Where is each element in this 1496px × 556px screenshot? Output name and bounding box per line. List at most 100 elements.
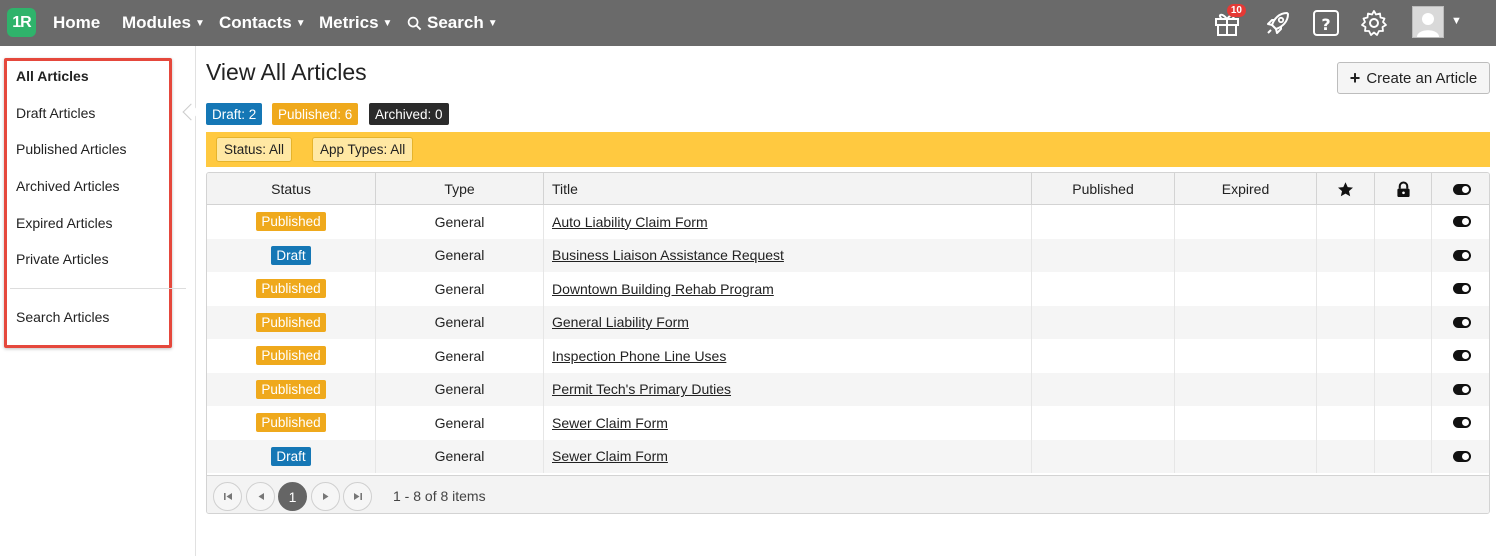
column-header-status[interactable]: Status	[207, 173, 375, 205]
active-toggle[interactable]	[1452, 283, 1471, 295]
archived-count-badge[interactable]: Archived: 0	[369, 103, 449, 125]
column-header-expired[interactable]: Expired	[1174, 173, 1316, 205]
sidebar-item-search-articles[interactable]: Search Articles	[16, 309, 109, 325]
private-cell	[1374, 238, 1431, 272]
sidebar-item-archived-articles[interactable]: Archived Articles	[16, 178, 119, 194]
active-toggle[interactable]	[1452, 316, 1471, 328]
published-cell	[1031, 339, 1174, 373]
gift-count-badge: 10	[1226, 4, 1246, 17]
published-cell	[1031, 439, 1174, 473]
help-icon: ?	[1313, 10, 1339, 36]
status-cell: Published	[207, 339, 375, 373]
sidebar-item-published-articles[interactable]: Published Articles	[16, 141, 127, 157]
previous-page-icon	[258, 493, 264, 500]
column-header-published[interactable]: Published	[1031, 173, 1174, 205]
table-row: Draft General Sewer Claim Form	[207, 439, 1489, 473]
create-article-button[interactable]: + Create an Article	[1337, 62, 1490, 94]
private-cell	[1374, 205, 1431, 239]
column-header-title[interactable]: Title	[543, 173, 1031, 205]
previous-page-button[interactable]	[246, 482, 275, 511]
article-title-link[interactable]: Sewer Claim Form	[552, 448, 668, 464]
settings-button[interactable]	[1357, 6, 1391, 40]
nav-home[interactable]: Home	[53, 0, 100, 46]
gift-button[interactable]: 10	[1210, 4, 1246, 40]
status-cell: Draft	[207, 239, 375, 273]
title-cell: Downtown Building Rehab Program	[543, 272, 1031, 306]
sidebar-item-private-articles[interactable]: Private Articles	[16, 251, 109, 267]
nav-contacts-label: Contacts	[219, 13, 292, 32]
chevron-down-icon[interactable]: ▼	[1451, 15, 1462, 27]
create-article-label: Create an Article	[1366, 69, 1478, 87]
article-title-link[interactable]: Auto Liability Claim Form	[552, 214, 708, 230]
active-toggle[interactable]	[1452, 249, 1471, 261]
app-types-filter-chip[interactable]: App Types: All	[312, 137, 414, 162]
status-badge: Published	[256, 312, 326, 332]
nav-search[interactable]: Search ▼	[407, 0, 498, 46]
article-title-link[interactable]: Sewer Claim Form	[552, 415, 668, 431]
pager-info: 1 - 8 of 8 items	[393, 488, 486, 504]
active-toggle[interactable]	[1452, 450, 1471, 462]
nav-modules[interactable]: Modules ▼	[122, 0, 205, 46]
type-cell: General	[375, 238, 543, 272]
page-button-current[interactable]: 1	[278, 482, 307, 511]
expired-cell	[1174, 439, 1316, 473]
sidebar: All Articles Draft Articles Published Ar…	[0, 46, 200, 556]
sidebar-item-expired-articles[interactable]: Expired Articles	[16, 215, 112, 231]
article-title-link[interactable]: General Liability Form	[552, 314, 689, 330]
sidebar-item-all-articles[interactable]: All Articles	[16, 68, 89, 84]
column-header-private[interactable]	[1374, 173, 1431, 205]
private-cell	[1374, 439, 1431, 473]
title-cell: General Liability Form	[543, 305, 1031, 339]
filter-bar: Status: All App Types: All	[206, 132, 1490, 167]
next-page-button[interactable]	[311, 482, 340, 511]
article-title-link[interactable]: Business Liaison Assistance Request	[552, 247, 784, 263]
published-count-badge[interactable]: Published: 6	[272, 103, 359, 125]
active-cell	[1431, 439, 1489, 473]
app-logo[interactable]: 1R	[7, 8, 36, 37]
title-cell: Inspection Phone Line Uses	[543, 339, 1031, 373]
status-badge: Published	[256, 279, 326, 299]
active-cell	[1431, 406, 1489, 440]
first-page-icon	[223, 493, 232, 500]
status-filter-chip[interactable]: Status: All	[216, 137, 293, 162]
status-badge: Draft	[271, 446, 311, 466]
help-button[interactable]: ?	[1309, 6, 1343, 40]
status-cell: Published	[207, 406, 375, 440]
nav-contacts[interactable]: Contacts ▼	[219, 0, 306, 46]
type-cell: General	[375, 439, 543, 473]
article-title-link[interactable]: Permit Tech's Primary Duties	[552, 381, 731, 397]
sidebar-item-draft-articles[interactable]: Draft Articles	[16, 105, 95, 121]
private-cell	[1374, 406, 1431, 440]
pager: 1 1 - 8 of 8 items	[207, 475, 1489, 513]
column-header-active[interactable]	[1431, 173, 1489, 205]
chevron-down-icon: ▼	[382, 17, 393, 29]
expired-cell	[1174, 406, 1316, 440]
active-toggle[interactable]	[1452, 216, 1471, 228]
page-title: View All Articles	[206, 59, 367, 85]
sidebar-highlight-box	[4, 58, 172, 348]
active-toggle[interactable]	[1452, 417, 1471, 429]
active-toggle[interactable]	[1452, 350, 1471, 362]
active-toggle[interactable]	[1452, 383, 1471, 395]
private-cell	[1374, 372, 1431, 406]
active-cell	[1431, 205, 1489, 239]
avatar[interactable]	[1412, 6, 1444, 38]
featured-cell	[1316, 406, 1374, 440]
nav-metrics-label: Metrics	[319, 13, 379, 32]
article-title-link[interactable]: Downtown Building Rehab Program	[552, 281, 774, 297]
published-cell	[1031, 238, 1174, 272]
expired-cell	[1174, 238, 1316, 272]
launch-button[interactable]	[1261, 6, 1295, 40]
nav-metrics[interactable]: Metrics ▼	[319, 0, 392, 46]
active-cell	[1431, 305, 1489, 339]
column-header-featured[interactable]	[1316, 173, 1374, 205]
article-title-link[interactable]: Inspection Phone Line Uses	[552, 348, 726, 364]
last-page-button[interactable]	[343, 482, 372, 511]
private-cell	[1374, 339, 1431, 373]
draft-count-badge[interactable]: Draft: 2	[206, 103, 263, 125]
first-page-button[interactable]	[213, 482, 242, 511]
toggle-icon	[1452, 183, 1471, 195]
active-cell	[1431, 238, 1489, 272]
expired-cell	[1174, 372, 1316, 406]
column-header-type[interactable]: Type	[375, 173, 543, 205]
